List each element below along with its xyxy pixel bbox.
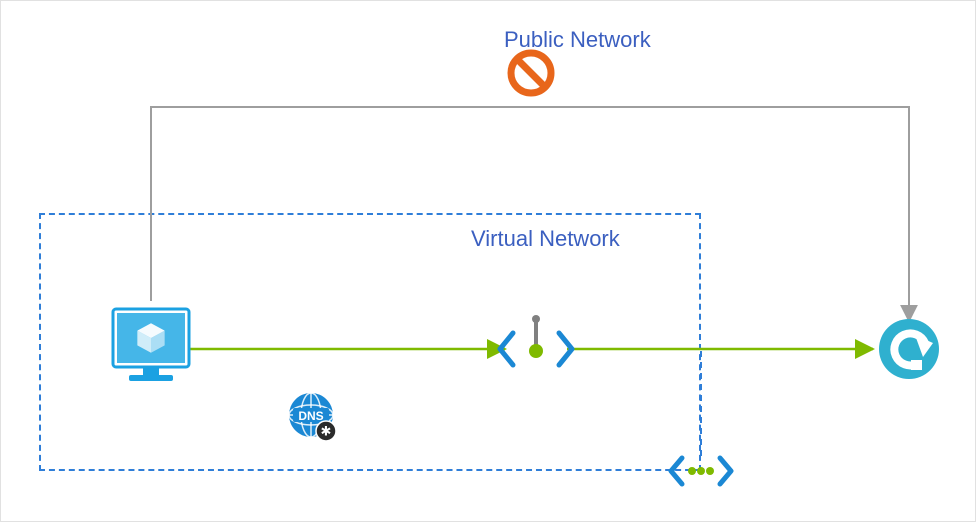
diagram-canvas: Public Network Virtual Network [0,0,976,522]
relay-service-icon [879,319,939,379]
blocked-icon [511,53,551,93]
public-network-label: Public Network [504,27,651,53]
virtual-network-label: Virtual Network [471,226,620,252]
